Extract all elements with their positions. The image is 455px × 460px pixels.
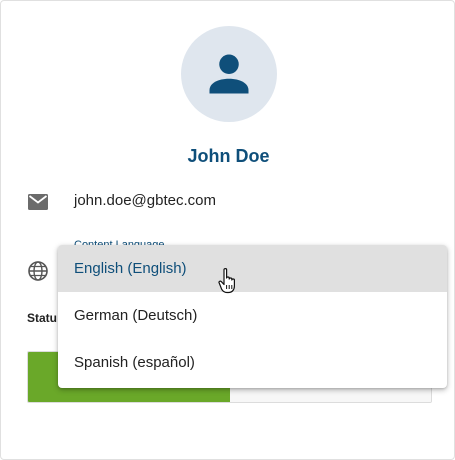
language-option-german[interactable]: German (Deutsch): [58, 292, 447, 339]
language-option-spanish[interactable]: Spanish (español): [58, 339, 447, 386]
email-icon: [28, 194, 48, 210]
language-dropdown-menu: English (English) German (Deutsch) Spani…: [58, 245, 447, 388]
user-name: John Doe: [187, 146, 270, 166]
language-option-english[interactable]: English (English): [58, 245, 447, 292]
hand-cursor-icon: [218, 268, 235, 294]
email-value: john.doe@gbtec.com: [74, 192, 216, 209]
status-label: Statu: [27, 311, 57, 325]
avatar: [181, 26, 277, 122]
globe-icon: [28, 261, 48, 281]
person-icon: [209, 54, 249, 94]
profile-card: John Doe john.doe@gbtec.com Content Lang…: [0, 0, 455, 460]
